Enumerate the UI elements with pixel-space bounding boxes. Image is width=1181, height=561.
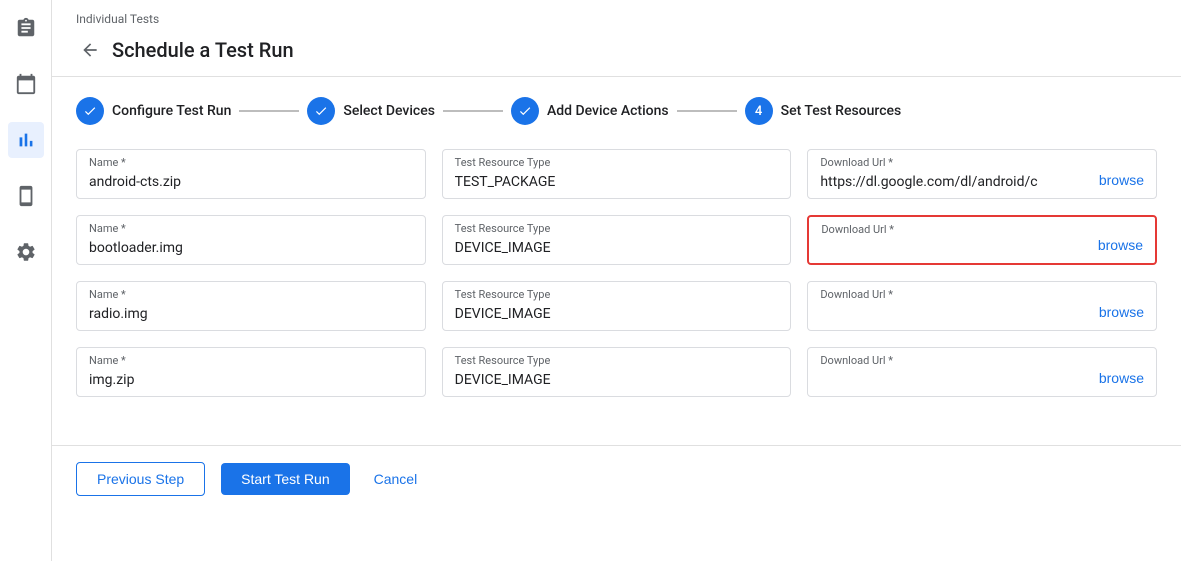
resource-2-browse-button[interactable]: browse [1098,237,1143,253]
step-configure: Configure Test Run [76,97,231,125]
connector-1 [239,110,299,112]
resource-3-type-field: Test Resource Type DEVICE_IMAGE [442,281,792,331]
resource-3-name-label: Name * [89,288,126,301]
resource-row-2: Name * bootloader.img Test Resource Type… [76,215,1157,265]
form-area: Name * android-cts.zip Test Resource Typ… [52,141,1181,437]
step-configure-circle [76,97,104,125]
resource-1-name-field: Name * android-cts.zip [76,149,426,199]
resource-2-url-field: Download Url * browse [807,215,1157,265]
resource-4-type-label: Test Resource Type [455,354,551,367]
resource-row-4: Name * img.zip Test Resource Type DEVICE… [76,347,1157,397]
resource-4-type-field: Test Resource Type DEVICE_IMAGE [442,347,792,397]
sidebar [0,0,52,561]
stepper: Configure Test Run Select Devices Add De… [52,77,1181,141]
action-bar: Previous Step Start Test Run Cancel [52,445,1181,512]
step-add-device-actions-label: Add Device Actions [547,103,669,119]
resource-row-1: Name * android-cts.zip Test Resource Typ… [76,149,1157,199]
resource-3-name-value: radio.img [89,306,413,322]
resource-2-name-field: Name * bootloader.img [76,215,426,265]
resource-2-type-label: Test Resource Type [455,222,551,235]
back-button[interactable] [76,36,104,64]
resource-1-type-label: Test Resource Type [455,156,551,169]
resource-4-type-value: DEVICE_IMAGE [455,372,779,388]
bar-chart-icon[interactable] [8,122,44,158]
previous-step-button[interactable]: Previous Step [76,462,205,496]
resource-4-name-label: Name * [89,354,126,367]
resource-row-3: Name * radio.img Test Resource Type DEVI… [76,281,1157,331]
resource-4-url-label: Download Url * [820,354,893,367]
resource-2-type-value: DEVICE_IMAGE [455,240,779,256]
resource-4-name-value: img.zip [89,372,413,388]
resource-1-type-field: Test Resource Type TEST_PACKAGE [442,149,792,199]
step-add-device-actions: Add Device Actions [511,97,669,125]
step-add-device-actions-circle [511,97,539,125]
calendar-icon[interactable] [8,66,44,102]
resource-3-type-value: DEVICE_IMAGE [455,306,779,322]
resource-4-browse-button[interactable]: browse [1099,370,1144,386]
start-test-run-button[interactable]: Start Test Run [221,463,349,495]
step-set-test-resources-circle: 4 [745,97,773,125]
step-configure-label: Configure Test Run [112,103,231,119]
resource-4-url-field: Download Url * browse [807,347,1157,397]
resource-1-url-value: https://dl.google.com/dl/android/c [820,174,1088,190]
step-select-devices-label: Select Devices [343,103,435,119]
clipboard-icon[interactable] [8,10,44,46]
resource-1-name-label: Name * [89,156,126,169]
resource-3-name-field: Name * radio.img [76,281,426,331]
main-content: Individual Tests Schedule a Test Run Con… [52,0,1181,561]
resource-1-name-value: android-cts.zip [89,174,413,190]
page-header: Schedule a Test Run [52,30,1181,77]
step-set-test-resources-label: Set Test Resources [781,103,902,119]
resource-2-name-label: Name * [89,222,126,235]
resource-1-browse-button[interactable]: browse [1099,172,1144,188]
resource-3-url-label: Download Url * [820,288,893,301]
resource-4-name-field: Name * img.zip [76,347,426,397]
phone-icon[interactable] [8,178,44,214]
resource-1-url-label: Download Url * [820,156,893,169]
cancel-button[interactable]: Cancel [366,463,426,495]
settings-icon[interactable] [8,234,44,270]
connector-2 [443,110,503,112]
resource-3-url-field: Download Url * browse [807,281,1157,331]
resource-2-name-value: bootloader.img [89,240,413,256]
resource-1-url-field: Download Url * https://dl.google.com/dl/… [807,149,1157,199]
step-set-test-resources: 4 Set Test Resources [745,97,902,125]
step-select-devices: Select Devices [307,97,435,125]
resource-3-type-label: Test Resource Type [455,288,551,301]
connector-3 [677,110,737,112]
resource-1-type-value: TEST_PACKAGE [455,174,779,190]
step-select-devices-circle [307,97,335,125]
breadcrumb: Individual Tests [52,0,1181,30]
resource-2-type-field: Test Resource Type DEVICE_IMAGE [442,215,792,265]
resource-2-url-label: Download Url * [821,223,894,236]
resource-3-browse-button[interactable]: browse [1099,304,1144,320]
page-title: Schedule a Test Run [112,38,294,62]
